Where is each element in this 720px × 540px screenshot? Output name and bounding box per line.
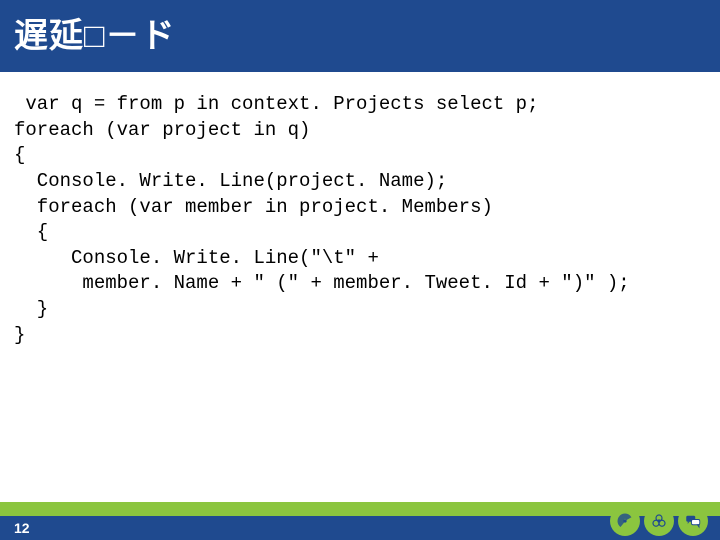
code-block: var q = from p in context. Projects sele… xyxy=(0,72,720,358)
code-line-0: var q = from p in context. Projects sele… xyxy=(14,93,539,115)
code-line-7: member. Name + " (" + member. Tweet. Id … xyxy=(14,272,630,294)
code-line-9: } xyxy=(14,324,25,346)
biohazard-icon xyxy=(644,506,674,536)
slide-title: 遅延□－ド xyxy=(14,8,176,57)
code-line-1: foreach (var project in q) xyxy=(14,119,310,141)
code-line-6: Console. Write. Line("\t" + xyxy=(14,247,379,269)
page-number: 12 xyxy=(14,520,30,536)
speech-bubbles-icon xyxy=(678,506,708,536)
code-line-4: foreach (var member in project. Members) xyxy=(14,196,493,218)
footer-icon-row xyxy=(610,506,708,536)
code-line-8: } xyxy=(14,298,48,320)
code-line-3: Console. Write. Line(project. Name); xyxy=(14,170,447,192)
code-line-2: { xyxy=(14,144,25,166)
code-line-5: { xyxy=(14,221,48,243)
slide-header: 遅延□－ド xyxy=(0,0,720,72)
slide-footer: 12 xyxy=(0,502,720,540)
radiation-icon xyxy=(610,506,640,536)
